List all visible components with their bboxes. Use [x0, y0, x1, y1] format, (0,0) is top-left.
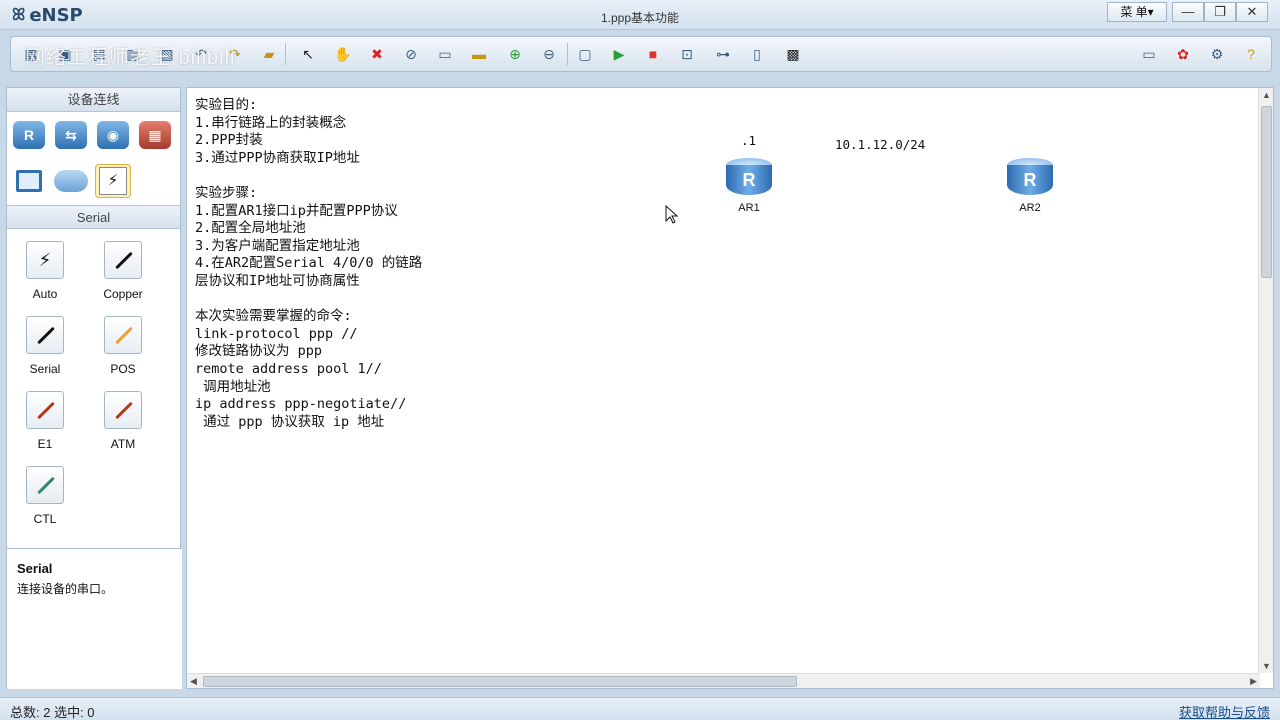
pc-icon[interactable]	[11, 164, 47, 198]
switch-icon[interactable]: ⇆	[53, 118, 89, 152]
router-icon: R	[726, 158, 772, 198]
cable-pos[interactable]: POS	[93, 316, 153, 376]
rectangle-icon[interactable]: ▬	[469, 44, 489, 64]
restore-button[interactable]: ❐	[1204, 2, 1236, 22]
status-bar: 总数: 2 选中: 0 获取帮助与反馈	[0, 697, 1280, 720]
device-grid: R ⇆ ◉ ▦ ⚡	[7, 112, 180, 205]
device-panel-header: 设备连线	[7, 88, 180, 112]
ctl-cable-icon	[26, 466, 64, 504]
terminal-icon[interactable]: ▩	[783, 44, 803, 64]
subnet-label[interactable]: 10.1.12.0/24	[835, 137, 925, 152]
scroll-down-icon[interactable]: ▼	[1262, 661, 1271, 671]
delete-icon[interactable]: ✖	[367, 44, 387, 64]
node-label: AR1	[738, 202, 760, 214]
vertical-scrollbar[interactable]: ▲ ▼	[1258, 88, 1273, 673]
e1-cable-icon	[26, 391, 64, 429]
device-panel: 设备连线 R ⇆ ◉ ▦ ⚡ Serial ⚡ Auto Copper Seri…	[6, 87, 182, 689]
cable-info: Serial 连接设备的串口。	[7, 548, 182, 689]
scroll-left-icon[interactable]: ◀	[190, 676, 197, 687]
huawei-icon[interactable]: ✿	[1173, 44, 1193, 64]
cable-section-header: Serial	[7, 205, 180, 229]
zoom-out-icon[interactable]: ⊖	[539, 44, 559, 64]
text-icon[interactable]: ▭	[435, 44, 455, 64]
select-icon[interactable]: ↖	[298, 44, 318, 64]
cable-ctl[interactable]: CTL	[15, 466, 75, 526]
pos-cable-icon	[104, 316, 142, 354]
separator	[567, 43, 568, 65]
cable-label: E1	[37, 437, 53, 451]
palette-icon[interactable]: ▯	[747, 44, 767, 64]
help-feedback-link[interactable]: 获取帮助与反馈	[1179, 702, 1270, 720]
horizontal-scroll-thumb[interactable]	[203, 676, 797, 687]
cable-icon[interactable]: ⚡	[95, 164, 131, 198]
cable-label: ATM	[110, 437, 136, 451]
cloud-icon[interactable]	[53, 164, 89, 198]
auto-cable-icon: ⚡	[26, 241, 64, 279]
settings-icon[interactable]: ⚙	[1207, 44, 1227, 64]
status-counts: 总数: 2 选中: 0	[10, 705, 95, 720]
vertical-scroll-thumb[interactable]	[1261, 106, 1272, 278]
node-label: AR2	[1019, 202, 1041, 214]
cable-label: POS	[110, 362, 136, 376]
folder-icon[interactable]: ▰	[259, 44, 279, 64]
capture-icon[interactable]: ⊡	[677, 44, 697, 64]
topology-canvas[interactable]: 实验目的: 1.串行链路上的封装概念 2.PPP封装 3.通过PPP协商获取IP…	[186, 87, 1274, 689]
wlan-icon[interactable]: ◉	[95, 118, 131, 152]
cable-list: ⚡ Auto Copper Serial POS E1 ATM CTL	[7, 229, 180, 569]
cable-auto[interactable]: ⚡ Auto	[15, 241, 75, 301]
help-icon[interactable]: ?	[1241, 44, 1261, 64]
chat-icon[interactable]: ▭	[1139, 44, 1159, 64]
serial-cable-icon	[26, 316, 64, 354]
stop-icon[interactable]: ■	[643, 44, 663, 64]
toolbar: ▦ ▣ ▤ ▥ ▧ ↶ ↷ ▰ ↖ ✋ ✖ ⊘ ▭ ▬ ⊕ ⊖ ▢ ▶ ■ ⊡ …	[10, 36, 1272, 72]
window-title: 1.ppp基本功能	[600, 11, 680, 25]
router-icon: R	[1007, 158, 1053, 198]
router-ar1[interactable]: R AR1	[719, 158, 779, 214]
delete-link-icon[interactable]: ⊘	[401, 44, 421, 64]
close-button[interactable]: ✕	[1236, 2, 1268, 22]
cable-info-title: Serial	[17, 561, 53, 576]
cable-label: Auto	[32, 287, 58, 301]
cable-label: CTL	[33, 512, 57, 526]
cable-e1[interactable]: E1	[15, 391, 75, 451]
title-bar: ꕤ eNSP 1.ppp基本功能 菜 单▾ — ❐ ✕	[0, 0, 1280, 30]
atm-cable-icon	[104, 391, 142, 429]
zoom-in-icon[interactable]: ⊕	[505, 44, 525, 64]
scroll-up-icon[interactable]: ▲	[1262, 90, 1271, 100]
start-icon[interactable]: ▶	[609, 44, 629, 64]
firewall-icon[interactable]: ▦	[137, 118, 173, 152]
scroll-right-icon[interactable]: ▶	[1250, 676, 1257, 687]
cable-info-desc: 连接设备的串口。	[17, 582, 114, 596]
menu-button[interactable]: 菜 单▾	[1107, 2, 1167, 22]
hand-icon[interactable]: ✋	[333, 44, 353, 64]
horizontal-scrollbar[interactable]: ◀ ▶	[187, 673, 1260, 688]
router-icon[interactable]: R	[11, 118, 47, 152]
watermark: 网络工程师老王 bilibili	[25, 47, 236, 69]
minimize-button[interactable]: —	[1172, 2, 1204, 22]
fit-icon[interactable]: ▢	[575, 44, 595, 64]
cable-label: Serial	[29, 362, 61, 376]
router-ar2[interactable]: R AR2	[1000, 158, 1060, 214]
cable-label: Copper	[103, 287, 143, 301]
cable-copper[interactable]: Copper	[93, 241, 153, 301]
copper-cable-icon	[104, 241, 142, 279]
ip-host-label[interactable]: .1	[741, 133, 756, 148]
cable-serial[interactable]: Serial	[15, 316, 75, 376]
separator	[285, 43, 286, 65]
topology-icon[interactable]: ⊶	[713, 44, 733, 64]
cable-atm[interactable]: ATM	[93, 391, 153, 451]
lab-notes[interactable]: 实验目的: 1.串行链路上的封装概念 2.PPP封装 3.通过PPP协商获取IP…	[195, 97, 422, 431]
mouse-cursor-icon	[665, 205, 679, 224]
